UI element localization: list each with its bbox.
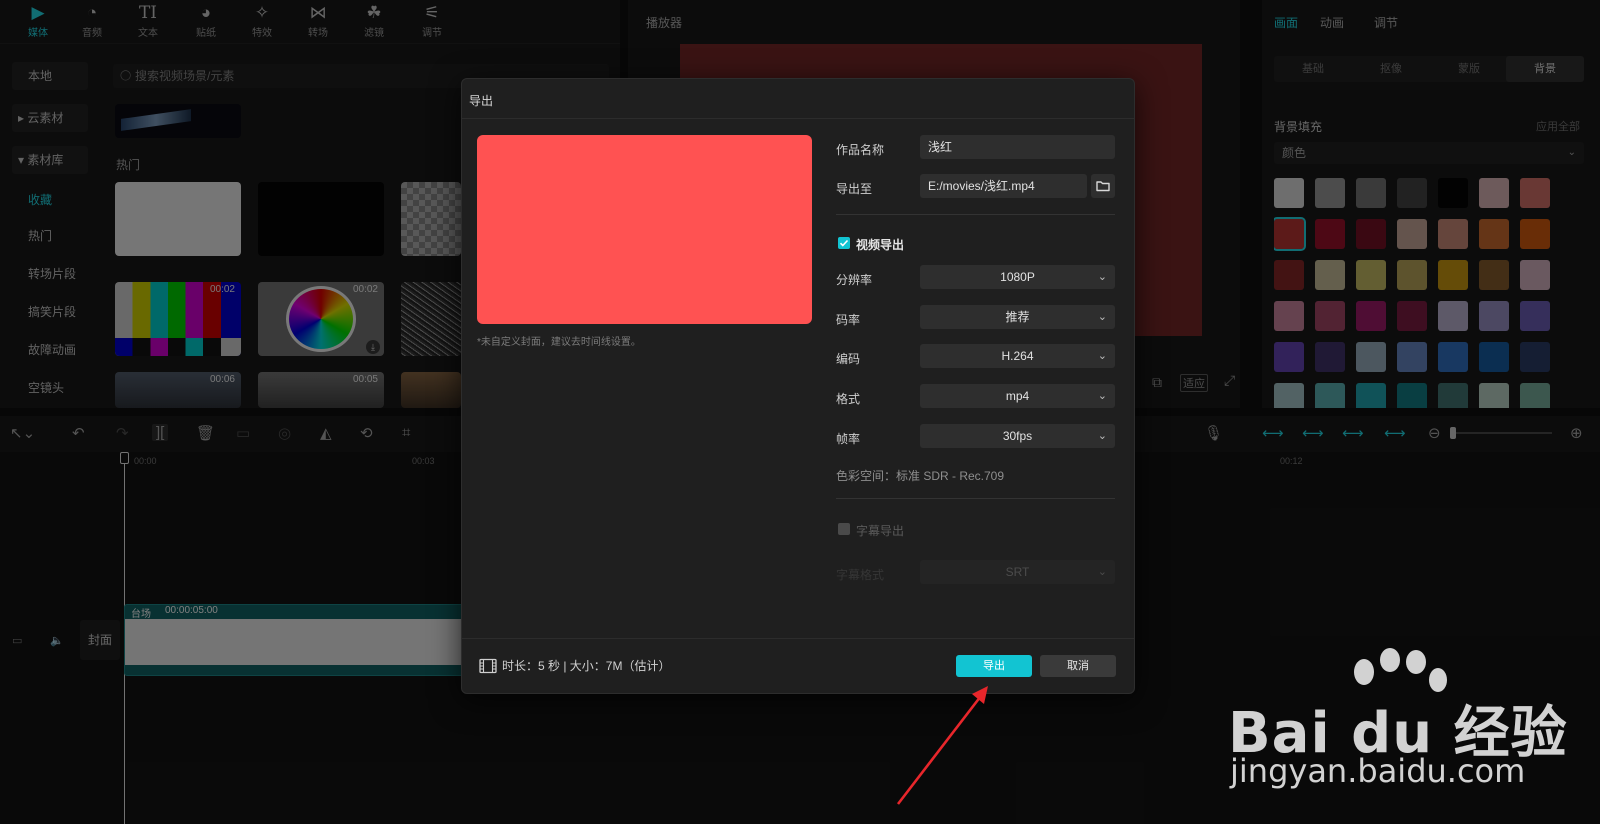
name-field[interactable]: 浅红 [920, 135, 1115, 159]
app-window: ▶ 媒体 ◔ 音频 TI 文本 ◕ 贴纸 ✧ 特效 ⋈ 转场 ☘ 滤镜 ⚟ 调节… [0, 0, 1600, 824]
bitrate-value: 推荐 [1005, 310, 1030, 324]
folder-icon [1096, 181, 1110, 192]
video-export-label: 视频导出 [856, 238, 905, 252]
resolution-value: 1080P [1000, 270, 1035, 284]
codec-label: 编码 [836, 352, 861, 366]
format-select[interactable]: mp4 ⌄ [920, 384, 1115, 408]
resolution-label: 分辨率 [836, 273, 873, 287]
section-divider [836, 214, 1115, 215]
cancel-button[interactable]: 取消 [1040, 655, 1116, 677]
subtitle-format-value: SRT [1005, 565, 1030, 579]
annotation-arrow [896, 686, 988, 805]
film-icon [479, 658, 497, 674]
bitrate-label: 码率 [836, 313, 861, 327]
export-path-field[interactable]: E:/movies/浅红.mp4 [920, 174, 1087, 198]
chevron-down-icon: ⌄ [1097, 311, 1107, 323]
cover-preview[interactable] [477, 135, 812, 324]
chevron-down-icon: ⌄ [1097, 566, 1107, 578]
watermark-url: jingyan.baidu.com [1230, 752, 1526, 790]
subtitle-export-checkbox[interactable] [838, 523, 850, 535]
name-label: 作品名称 [836, 143, 885, 157]
codec-select[interactable]: H.264 ⌄ [920, 344, 1115, 368]
folder-button[interactable] [1091, 174, 1115, 198]
subtitle-format-select[interactable]: SRT ⌄ [920, 560, 1115, 584]
resolution-select[interactable]: 1080P ⌄ [920, 265, 1115, 289]
dialog-footer-divider [462, 638, 1134, 639]
framerate-value: 30fps [1002, 429, 1033, 443]
cover-hint: *未自定义封面，建议去时间线设置。 [477, 337, 641, 348]
format-value: mp4 [1005, 389, 1030, 403]
dialog-divider [462, 118, 1134, 119]
section-divider [836, 498, 1115, 499]
framerate-label: 帧率 [836, 432, 861, 446]
check-icon [839, 239, 849, 247]
format-label: 格式 [836, 392, 861, 406]
export-button[interactable]: 导出 [956, 655, 1032, 677]
export-to-label: 导出至 [836, 182, 873, 196]
bitrate-select[interactable]: 推荐 ⌄ [920, 305, 1115, 329]
video-export-checkbox[interactable] [838, 237, 850, 249]
framerate-select[interactable]: 30fps ⌄ [920, 424, 1115, 448]
subtitle-export-label: 字幕导出 [856, 524, 905, 538]
subtitle-format-label: 字幕格式 [836, 568, 885, 582]
color-space-info: 色彩空间：标准 SDR - Rec.709 [836, 469, 1005, 483]
codec-value: H.264 [1001, 349, 1034, 363]
export-summary: 时长：5 秒 | 大小：7M（估计） [502, 659, 671, 673]
chevron-down-icon: ⌄ [1097, 390, 1107, 402]
chevron-down-icon: ⌄ [1097, 271, 1107, 283]
chevron-down-icon: ⌄ [1097, 430, 1107, 442]
chevron-down-icon: ⌄ [1097, 350, 1107, 362]
dialog-title: 导出 [469, 94, 494, 108]
